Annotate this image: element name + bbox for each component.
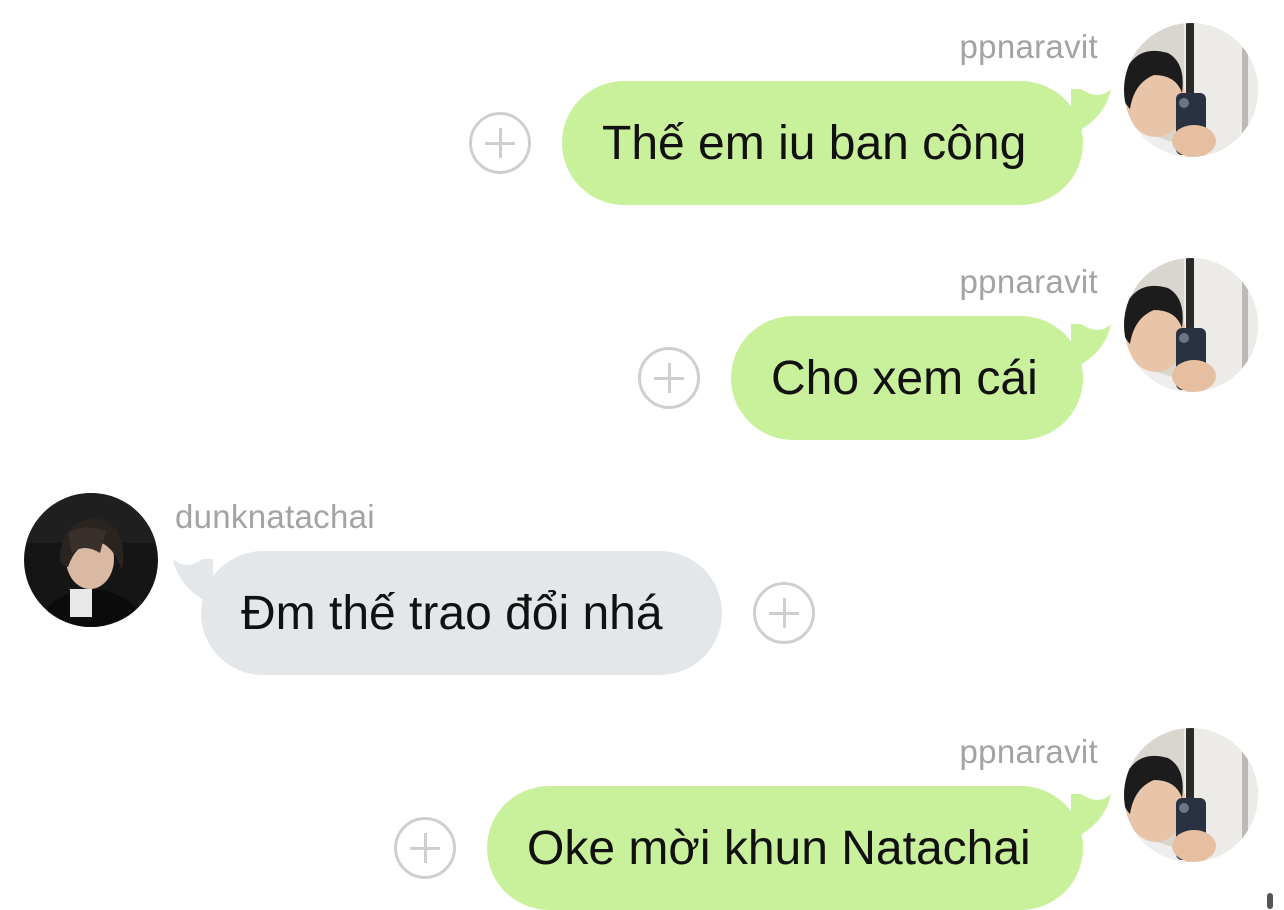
chat-message: ppnaravit Thế em iu ban công [0, 23, 1284, 208]
sender-name: dunknatachai [175, 498, 375, 535]
chat-message: ppnaravit Oke mời khun Natachai [0, 728, 1284, 910]
message-bubble[interactable]: Đm thế trao đổi nhá [201, 551, 722, 675]
sender-name: ppnaravit [959, 263, 1098, 300]
message-bubble[interactable]: Thế em iu ban công [562, 81, 1083, 205]
user-avatar[interactable] [1124, 258, 1258, 392]
sender-name: ppnaravit [959, 733, 1098, 770]
add-reaction-button[interactable] [469, 112, 531, 174]
message-text: Đm thế trao đổi nhá [241, 586, 663, 640]
user-avatar[interactable] [24, 493, 158, 627]
add-reaction-button[interactable] [394, 817, 456, 879]
add-reaction-button[interactable] [753, 582, 815, 644]
user-avatar[interactable] [1124, 23, 1258, 157]
sender-name: ppnaravit [959, 28, 1098, 65]
dunknatachai-avatar-icon [24, 493, 158, 627]
chat-message: dunknatachai Đm thế trao đổi nhá [0, 493, 1284, 678]
message-bubble[interactable]: Oke mời khun Natachai [487, 786, 1083, 910]
ppnaravit-avatar-icon [1124, 258, 1258, 392]
ppnaravit-avatar-icon [1124, 728, 1258, 862]
message-bubble[interactable]: Cho xem cái [731, 316, 1083, 440]
ppnaravit-avatar-icon [1124, 23, 1258, 157]
scrollbar-thumb[interactable] [1267, 893, 1273, 909]
message-text: Thế em iu ban công [602, 116, 1027, 170]
chat-message: ppnaravit Cho xem cái [0, 258, 1284, 443]
message-text: Oke mời khun Natachai [527, 821, 1031, 875]
add-reaction-button[interactable] [638, 347, 700, 409]
message-text: Cho xem cái [771, 351, 1038, 405]
user-avatar[interactable] [1124, 728, 1258, 862]
